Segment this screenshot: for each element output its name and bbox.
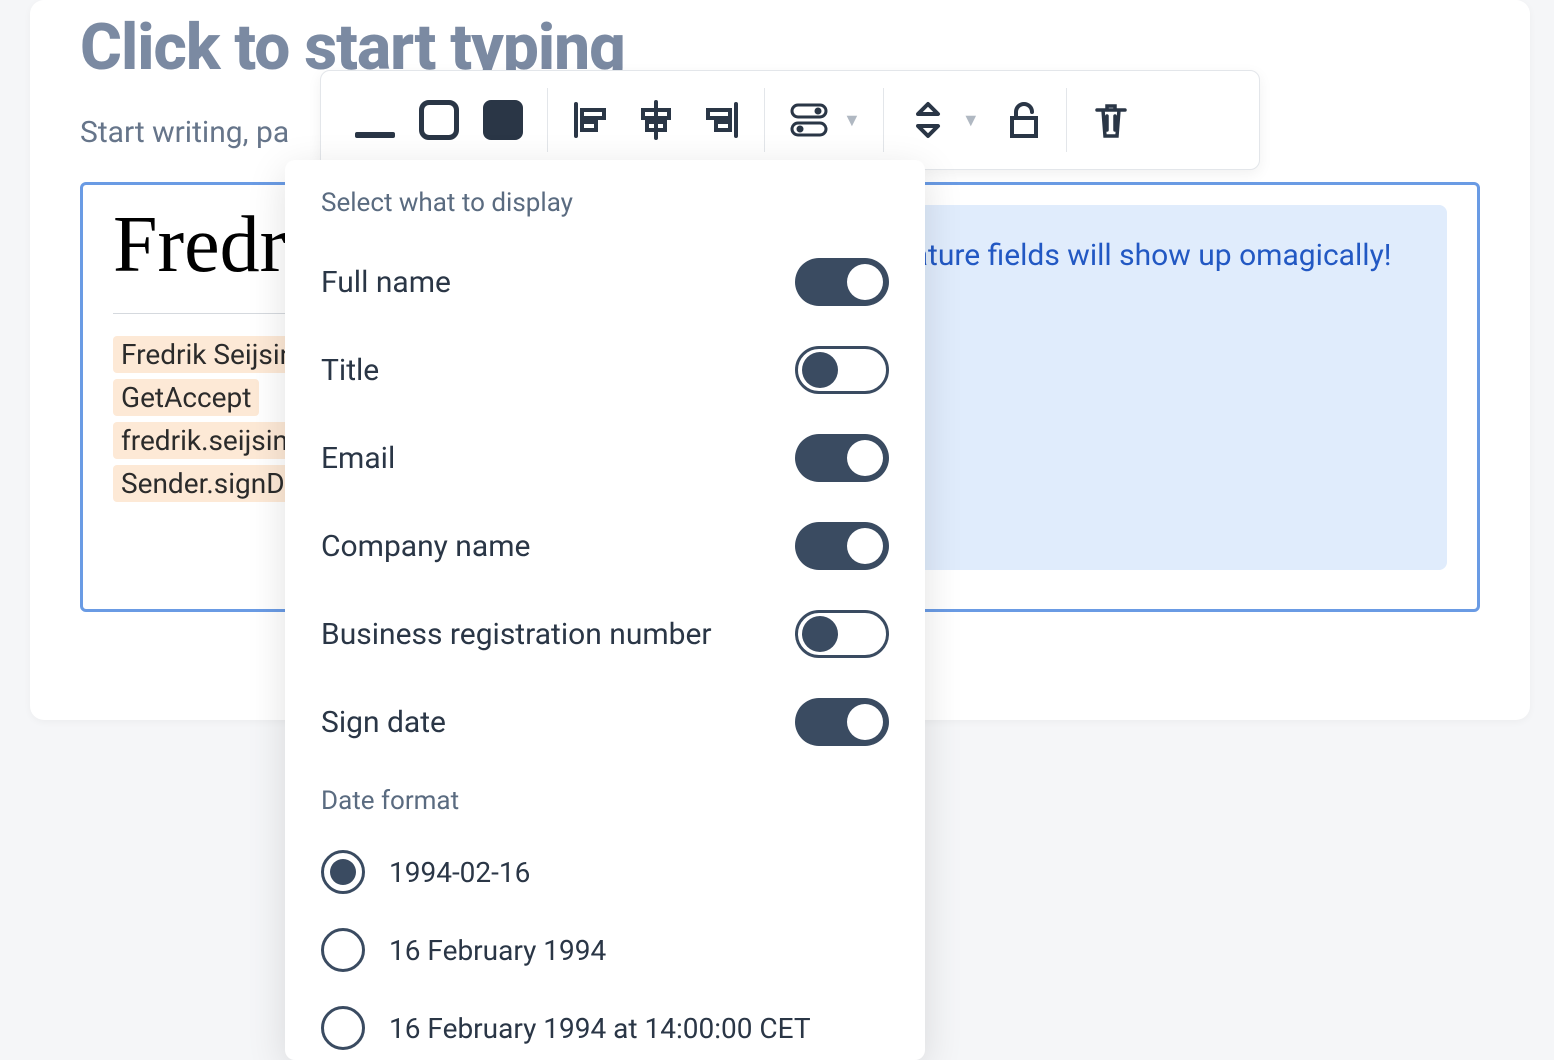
toggle-row-company: Company name bbox=[321, 522, 889, 570]
border-none-button[interactable] bbox=[353, 98, 397, 142]
date-format-option-iso[interactable]: 1994-02-16 bbox=[321, 850, 889, 894]
toggle-row-brn: Business registration number bbox=[321, 610, 889, 658]
radio-label: 1994-02-16 bbox=[389, 856, 530, 889]
block-toolbar: ▼ ▼ bbox=[320, 70, 1260, 170]
align-center-icon bbox=[636, 100, 676, 140]
chevron-down-icon: ▼ bbox=[962, 110, 980, 131]
toggle-row-title: Title bbox=[321, 346, 889, 394]
align-right-button[interactable] bbox=[698, 98, 742, 142]
toggle-title[interactable] bbox=[795, 346, 889, 394]
toggle-sign-date[interactable] bbox=[795, 698, 889, 746]
toggles-icon bbox=[788, 99, 830, 141]
trash-icon bbox=[1091, 100, 1131, 140]
radio-icon bbox=[321, 1006, 365, 1050]
display-options-panel: Select what to display Full name Title E… bbox=[285, 160, 925, 1060]
move-button[interactable] bbox=[906, 98, 950, 142]
border-outline-icon bbox=[419, 100, 459, 140]
display-options-button[interactable] bbox=[787, 98, 831, 142]
toggle-label: Full name bbox=[321, 265, 451, 300]
border-fill-button[interactable] bbox=[481, 98, 525, 142]
toggle-full-name[interactable] bbox=[795, 258, 889, 306]
tag-company: GetAccept bbox=[113, 379, 259, 416]
border-none-icon bbox=[355, 132, 395, 138]
toggle-label: Title bbox=[321, 353, 379, 388]
tag-email: fredrik.seijsing bbox=[113, 422, 312, 459]
radio-icon bbox=[321, 850, 365, 894]
toggle-label: Sign date bbox=[321, 705, 446, 740]
lock-button[interactable] bbox=[1000, 98, 1044, 142]
align-right-icon bbox=[700, 100, 740, 140]
align-center-button[interactable] bbox=[634, 98, 678, 142]
border-fill-icon bbox=[483, 100, 523, 140]
toggle-label: Email bbox=[321, 441, 395, 476]
toggle-business-reg-number[interactable] bbox=[795, 610, 889, 658]
radio-label: 16 February 1994 at 14:00:00 CET bbox=[389, 1012, 811, 1045]
toggle-row-sign-date: Sign date bbox=[321, 698, 889, 746]
radio-label: 16 February 1994 bbox=[389, 934, 606, 967]
toggle-row-full-name: Full name bbox=[321, 258, 889, 306]
panel-header: Select what to display bbox=[321, 188, 889, 218]
align-left-button[interactable] bbox=[570, 98, 614, 142]
border-outline-button[interactable] bbox=[417, 98, 461, 142]
date-format-header: Date format bbox=[321, 786, 889, 816]
toggle-company-name[interactable] bbox=[795, 522, 889, 570]
toggle-label: Business registration number bbox=[321, 617, 712, 652]
toggle-email[interactable] bbox=[795, 434, 889, 482]
date-format-option-long[interactable]: 16 February 1994 bbox=[321, 928, 889, 972]
delete-button[interactable] bbox=[1089, 98, 1133, 142]
move-vertical-icon bbox=[908, 100, 948, 140]
chevron-down-icon: ▼ bbox=[843, 110, 861, 131]
radio-icon bbox=[321, 928, 365, 972]
signature-divider bbox=[113, 313, 293, 314]
toggle-row-email: Email bbox=[321, 434, 889, 482]
unlock-icon bbox=[1002, 100, 1042, 140]
align-left-icon bbox=[572, 100, 612, 140]
date-format-option-long-time[interactable]: 16 February 1994 at 14:00:00 CET bbox=[321, 1006, 889, 1050]
toggle-label: Company name bbox=[321, 529, 530, 564]
